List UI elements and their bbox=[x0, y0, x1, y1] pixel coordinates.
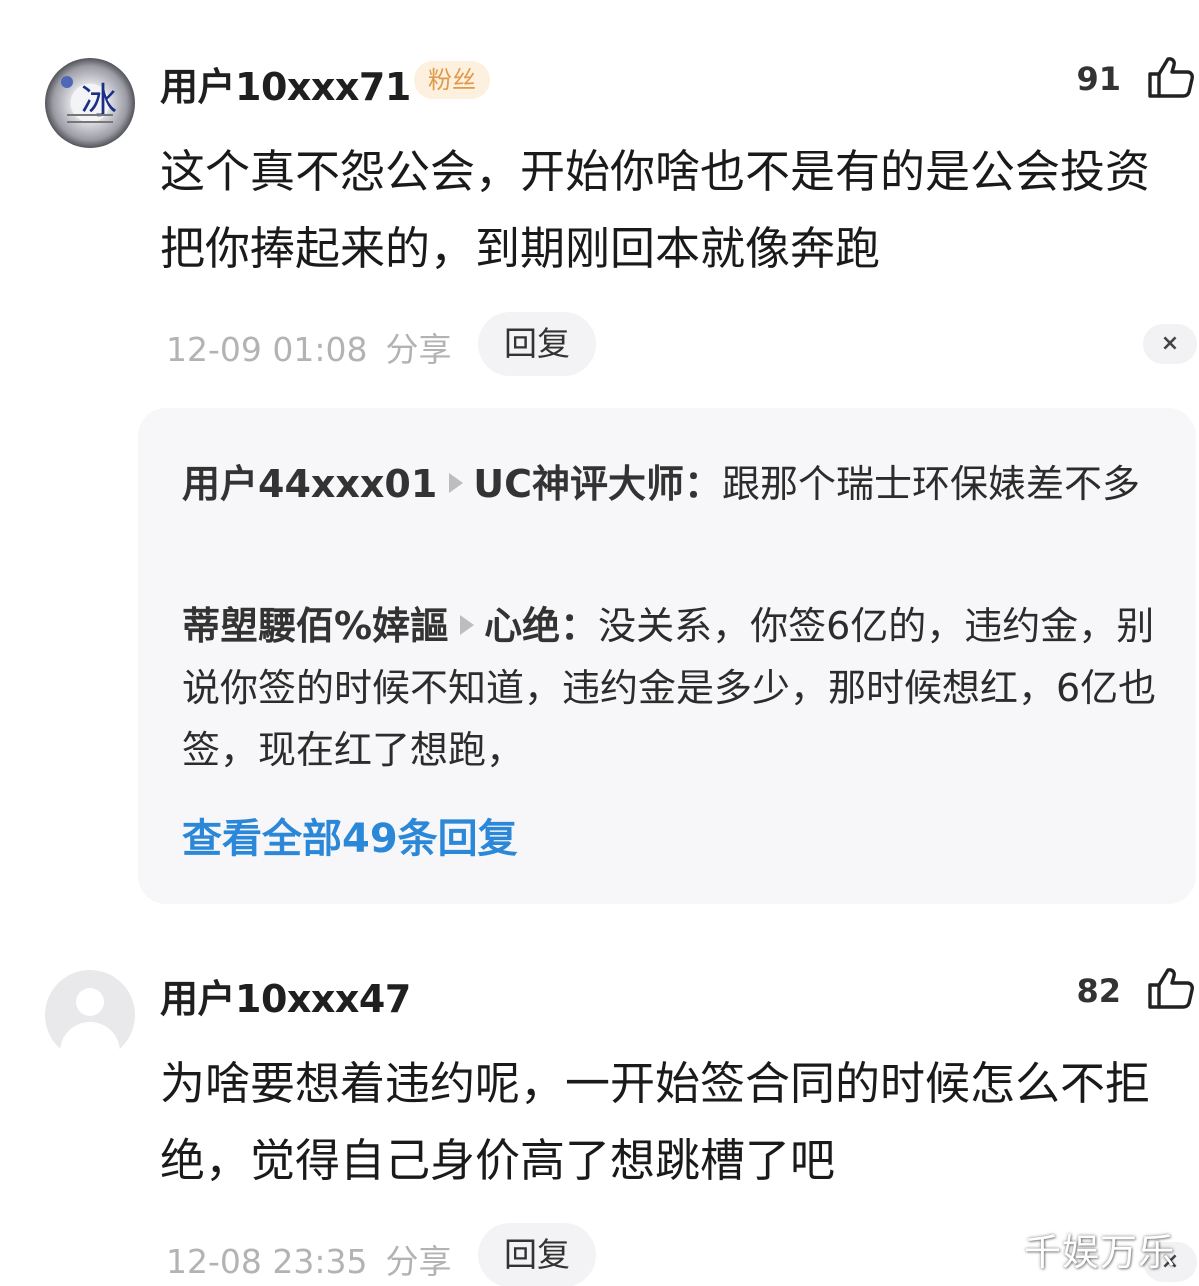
reply-arrow-icon bbox=[449, 473, 464, 493]
comment-meta: 12-08 23:35 分享 bbox=[166, 1235, 451, 1283]
username[interactable]: 用户10xxx47 bbox=[160, 968, 411, 1023]
default-avatar-icon bbox=[76, 988, 104, 1016]
default-avatar-icon bbox=[60, 1022, 120, 1060]
sub-reply: 蒂塱騕佰%婞謳 心绝：没关系，你签6亿的，违约金，别说你签的时候不知道，违约金是多… bbox=[182, 595, 1162, 781]
fan-badge: 粉丝 bbox=[414, 61, 490, 99]
seal-ornament-icon bbox=[67, 114, 113, 123]
username[interactable]: 用户10xxx71 bbox=[160, 56, 411, 111]
avatar[interactable]: 冰 bbox=[45, 58, 135, 148]
comment-feed: 冰 用户10xxx71 粉丝 91 这个真不怨公会，开始你啥也不是有的是公会投资… bbox=[0, 0, 1199, 1286]
like-count: 91 bbox=[1076, 60, 1121, 98]
timestamp: 12-09 01:08 bbox=[166, 330, 368, 369]
comment-text: 为啥要想着违约呢，一开始签合同的时候怎么不拒绝，觉得自己身价高了想跳槽了吧 bbox=[160, 1057, 1151, 1187]
sub-reply: 用户44xxx01 UC神评大师：跟那个瑞士环保婊差不多 bbox=[182, 453, 1162, 515]
seal-ornament-icon bbox=[61, 76, 73, 88]
reply-arrow-icon bbox=[460, 615, 475, 635]
view-all-replies-link[interactable]: 查看全部49条回复 bbox=[182, 806, 518, 864]
close-icon[interactable]: × bbox=[1143, 324, 1197, 364]
timestamp: 12-08 23:35 bbox=[166, 1242, 368, 1281]
reply-target[interactable]: UC神评大师： bbox=[473, 462, 722, 506]
reply-button[interactable]: 回复 bbox=[478, 1223, 596, 1286]
comment-text: 这个真不怨公会，开始你啥也不是有的是公会投资把你捧起来的，到期刚回本就像奔跑 bbox=[160, 145, 1151, 275]
reply-button[interactable]: 回复 bbox=[478, 312, 596, 376]
reply-author[interactable]: 用户44xxx01 bbox=[182, 462, 437, 506]
share-button[interactable]: 分享 bbox=[385, 1242, 451, 1281]
share-button[interactable]: 分享 bbox=[385, 330, 451, 369]
reply-author[interactable]: 蒂塱騕佰%婞謳 bbox=[182, 604, 448, 648]
like-count: 82 bbox=[1076, 972, 1121, 1010]
watermark: 千娱万乐 bbox=[1024, 1231, 1176, 1274]
reply-target[interactable]: 心绝： bbox=[484, 604, 598, 648]
replies-panel: 用户44xxx01 UC神评大师：跟那个瑞士环保婊差不多 蒂塱騕佰%婞謳 心绝：没关… bbox=[138, 408, 1196, 904]
avatar[interactable] bbox=[45, 970, 135, 1060]
reply-text: 跟那个瑞士环保婊差不多 bbox=[722, 462, 1141, 506]
comment-meta: 12-09 01:08 分享 bbox=[166, 323, 451, 371]
thumbs-up-icon[interactable] bbox=[1147, 55, 1195, 99]
thumbs-up-icon[interactable] bbox=[1147, 966, 1195, 1010]
